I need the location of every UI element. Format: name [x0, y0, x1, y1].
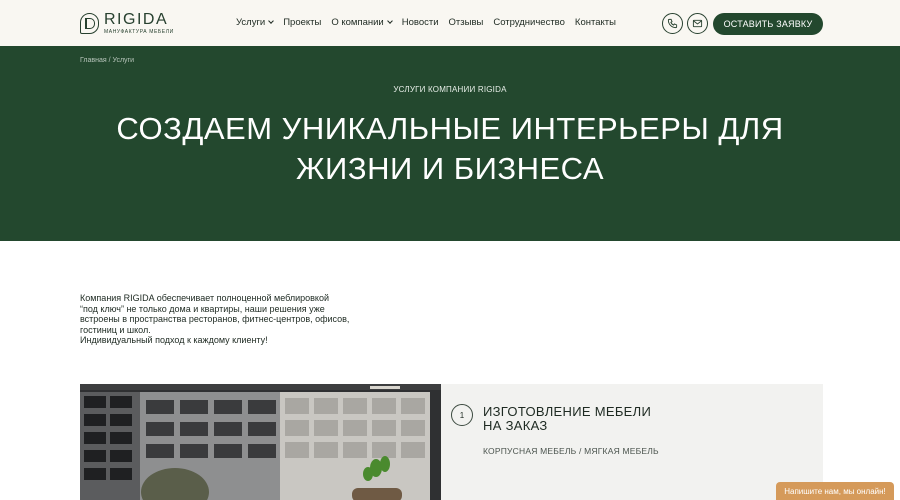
- nav-item-about[interactable]: О компании: [331, 17, 393, 28]
- nav-item-projects[interactable]: Проекты: [283, 17, 321, 28]
- nav-label: Контакты: [574, 17, 616, 28]
- phone-button[interactable]: [662, 13, 683, 34]
- nav-label: Проекты: [283, 17, 322, 28]
- logo-mark-icon: [80, 13, 99, 34]
- intro-text: Компания RIGIDA обеспечивает полноценной…: [80, 293, 380, 346]
- service-card[interactable]: 1 ИЗГОТОВЛЕНИЕ МЕБЕЛИ НА ЗАКАЗ КОРПУСНАЯ…: [441, 384, 823, 500]
- nav-item-reviews[interactable]: Отзывы: [449, 17, 484, 28]
- hero-eyebrow: УСЛУГИ КОМПАНИИ RIGIDA: [393, 85, 507, 94]
- chevron-down-icon: [268, 18, 275, 24]
- nav-label: Новости: [401, 17, 439, 28]
- service-number: 1: [451, 404, 473, 426]
- nav-item-contacts[interactable]: Контакты: [575, 17, 616, 28]
- nav-label: О компании: [331, 17, 384, 28]
- interior-illustration: [80, 384, 441, 500]
- service-title-line2: НА ЗАКАЗ: [483, 417, 548, 433]
- mail-button[interactable]: [687, 13, 708, 34]
- logo[interactable]: RIGIDA МАНУФАКТУРА МЕБЕЛИ: [80, 12, 174, 35]
- intro-line: гостиниц и школ.: [80, 324, 151, 335]
- page-title-line2: ЖИЗНИ И БИЗНЕСА: [295, 151, 605, 186]
- nav-item-news[interactable]: Новости: [402, 17, 439, 28]
- nav-label: Услуги: [236, 17, 266, 28]
- intro-line: Индивидуальный подход к каждому клиенту!: [80, 335, 268, 346]
- nav-item-services[interactable]: Услуги: [236, 17, 275, 28]
- intro-line: Компания RIGIDA обеспечивает полноценной…: [80, 293, 329, 303]
- chevron-down-icon: [386, 18, 393, 24]
- nav-label: Сотрудничество: [493, 17, 565, 28]
- service-image: [80, 384, 441, 500]
- intro-line: встроены в пространства ресторанов, фитн…: [80, 314, 350, 325]
- hero-section: Главная / Услуги УСЛУГИ КОМПАНИИ RIGIDA …: [0, 46, 900, 241]
- service-subtitle: КОРПУСНАЯ МЕБЕЛЬ / МЯГКАЯ МЕБЕЛЬ: [483, 446, 659, 456]
- logo-tagline: МАНУФАКТУРА МЕБЕЛИ: [104, 29, 174, 35]
- nav-label: Отзывы: [448, 17, 484, 28]
- request-button[interactable]: ОСТАВИТЬ ЗАЯВКУ: [713, 13, 823, 35]
- service-title: ИЗГОТОВЛЕНИЕ МЕБЕЛИ НА ЗАКАЗ: [483, 405, 651, 432]
- intro-line: “под ключ” не только дома и квартиры, на…: [80, 303, 325, 314]
- main-nav: Услуги Проекты О компании Новости Отзывы…: [236, 17, 626, 28]
- breadcrumb[interactable]: Главная / Услуги: [80, 57, 134, 64]
- page-title: СОЗДАЕМ УНИКАЛЬНЫЕ ИНТЕРЬЕРЫ ДЛЯ ЖИЗНИ И…: [0, 109, 900, 189]
- phone-icon: [667, 18, 678, 29]
- chat-widget-button[interactable]: Напишите нам, мы онлайн!: [776, 482, 894, 500]
- site-header: RIGIDA МАНУФАКТУРА МЕБЕЛИ Услуги Проекты…: [0, 0, 900, 46]
- page-title-line1: СОЗДАЕМ УНИКАЛЬНЫЕ ИНТЕРЬЕРЫ ДЛЯ: [116, 111, 784, 146]
- logo-name: RIGIDA: [104, 11, 169, 28]
- mail-icon: [692, 19, 703, 28]
- nav-item-cooperation[interactable]: Сотрудничество: [493, 17, 565, 28]
